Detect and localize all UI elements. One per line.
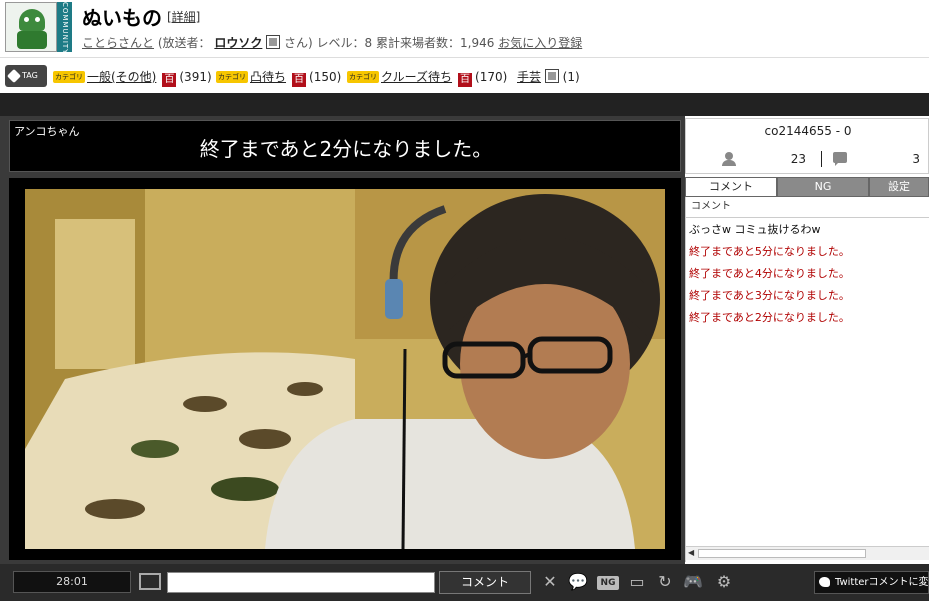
tag-button[interactable]: TAG bbox=[5, 65, 47, 87]
community-info: ことらさんと (放送者： ロウソク さん) レベル：8 累計来場者数：1,946… bbox=[82, 34, 582, 51]
broadcaster-prefix: (放送者： bbox=[157, 36, 211, 50]
comment-row[interactable]: 終了まであと4分になりました。 bbox=[686, 263, 929, 285]
scrollbar-thumb[interactable] bbox=[698, 549, 866, 558]
tab-comments[interactable]: コメント bbox=[685, 177, 777, 197]
comment-row[interactable]: 終了まであと2分になりました。 bbox=[686, 307, 929, 329]
tag-count: (1) bbox=[562, 70, 580, 84]
viewer-icon bbox=[722, 152, 736, 166]
detail-link[interactable]: [詳細] bbox=[167, 8, 200, 25]
mute-comment-icon[interactable]: ✕ bbox=[541, 573, 559, 591]
comment-submit-button[interactable]: コメント bbox=[439, 571, 531, 594]
ng-icon[interactable]: NG bbox=[597, 576, 619, 590]
tag-count: (150) bbox=[309, 70, 342, 84]
category-badge: カテゴリ bbox=[347, 71, 379, 83]
dictionary-icon[interactable]: 百 bbox=[162, 73, 177, 87]
telop-bar: アンコちゃん 終了まであと2分になりました。 bbox=[9, 120, 681, 172]
tag-count: (391) bbox=[179, 70, 212, 84]
video-frame-image bbox=[25, 189, 665, 549]
tab-ng[interactable]: NG bbox=[777, 177, 869, 197]
app-root: COMMUNITY ぬいもの [詳細] ことらさんと (放送者： ロウソク さん… bbox=[0, 0, 929, 601]
category-badge: カテゴリ bbox=[216, 71, 248, 83]
tab-settings[interactable]: 設定 bbox=[869, 177, 929, 197]
favorite-link[interactable]: お気に入り登録 bbox=[498, 36, 582, 50]
user-icon bbox=[266, 35, 281, 49]
comment-list-empty-area bbox=[686, 329, 929, 542]
tag-icon bbox=[6, 68, 22, 84]
elapsed-time: 28:01 bbox=[13, 571, 131, 593]
total-visitors: 累計来場者数：1,946 bbox=[376, 36, 495, 50]
viewer-count: 23 bbox=[790, 152, 806, 166]
tag-link[interactable]: 手芸 bbox=[517, 70, 541, 84]
gamepad-app-icon[interactable]: 🎮 bbox=[683, 573, 703, 591]
tag-link[interactable]: 一般(その他) bbox=[87, 70, 156, 84]
comment-row[interactable]: 終了まであと3分になりました。 bbox=[686, 285, 929, 307]
tag-count: (170) bbox=[475, 70, 508, 84]
tag-label-text: TAG bbox=[22, 71, 38, 80]
twitter-comment-button[interactable]: Twitterコメントに変更 bbox=[814, 571, 929, 594]
twitter-button-label: Twitterコメントに変更 bbox=[835, 577, 929, 588]
tag-link[interactable]: 凸待ち bbox=[250, 70, 286, 84]
tag-item-1: カテゴリ 凸待ち百 (150) bbox=[216, 68, 341, 87]
comment-row[interactable]: 終了まであと5分になりました。 bbox=[686, 241, 929, 263]
dictionary-icon[interactable]: 百 bbox=[292, 73, 307, 87]
keyboard-icon[interactable] bbox=[139, 573, 161, 590]
tag-link[interactable]: クルーズ待ち bbox=[381, 70, 452, 84]
tag-bar: TAG カテゴリ 一般(その他) 百 (391) カテゴリ 凸待ち百 (150) カテゴリ… bbox=[0, 57, 929, 93]
category-badge: カテゴリ bbox=[53, 71, 85, 83]
header-divider-band bbox=[0, 93, 929, 116]
comment-count-icon bbox=[833, 152, 847, 166]
settings-gear-icon[interactable]: ⚙ bbox=[713, 573, 735, 591]
community-name-link[interactable]: ことらさんと bbox=[82, 36, 154, 50]
comment-column-header[interactable]: コメント bbox=[686, 197, 929, 218]
community-header: COMMUNITY ぬいもの [詳細] ことらさんと (放送者： ロウソク さん… bbox=[0, 0, 929, 57]
twitter-bird-icon bbox=[819, 577, 830, 587]
community-title: ぬいもの bbox=[82, 6, 162, 30]
comment-row[interactable]: ぶっさw コミュ抜けるわw bbox=[686, 219, 929, 241]
dictionary-icon[interactable] bbox=[544, 69, 559, 83]
stream-info-panel: co2144655 - 0 23 3 bbox=[685, 118, 929, 174]
live-id: co2144655 - 0 bbox=[764, 124, 852, 138]
stat-separator bbox=[821, 151, 822, 167]
comment-panel-tabs: コメント NG 設定 bbox=[685, 177, 929, 197]
comment-count: 3 bbox=[912, 152, 920, 166]
video-stream[interactable] bbox=[25, 189, 665, 549]
scroll-left-icon[interactable]: ◀ bbox=[688, 548, 694, 557]
telop-message: 終了まであと2分になりました。 bbox=[199, 137, 493, 161]
broadcaster-suffix: さん) bbox=[284, 36, 313, 50]
tag-item-0: カテゴリ 一般(その他) 百 (391) bbox=[53, 68, 212, 87]
comment-horizontal-scrollbar[interactable]: ◀ bbox=[686, 546, 929, 560]
screen-mode-icon[interactable]: ▭ bbox=[626, 573, 648, 591]
speech-bubble-icon[interactable]: 💬 bbox=[568, 573, 588, 591]
dictionary-icon[interactable]: 百 bbox=[458, 73, 473, 87]
reload-icon[interactable]: ↻ bbox=[656, 573, 674, 591]
tag-item-2: カテゴリ クルーズ待ち百 (170) bbox=[347, 68, 507, 87]
community-label-strip: COMMUNITY bbox=[57, 2, 72, 54]
community-level: レベル：8 bbox=[316, 36, 373, 50]
comment-input[interactable] bbox=[167, 572, 435, 593]
broadcaster-name-link[interactable]: ロウソク bbox=[214, 36, 262, 50]
comment-list[interactable]: コメント ぶっさw コミュ抜けるわw 終了まであと5分になりました。 終了まであ… bbox=[685, 197, 929, 562]
community-thumbnail[interactable] bbox=[5, 2, 57, 52]
tag-item-3: 手芸 (1) bbox=[517, 68, 580, 85]
